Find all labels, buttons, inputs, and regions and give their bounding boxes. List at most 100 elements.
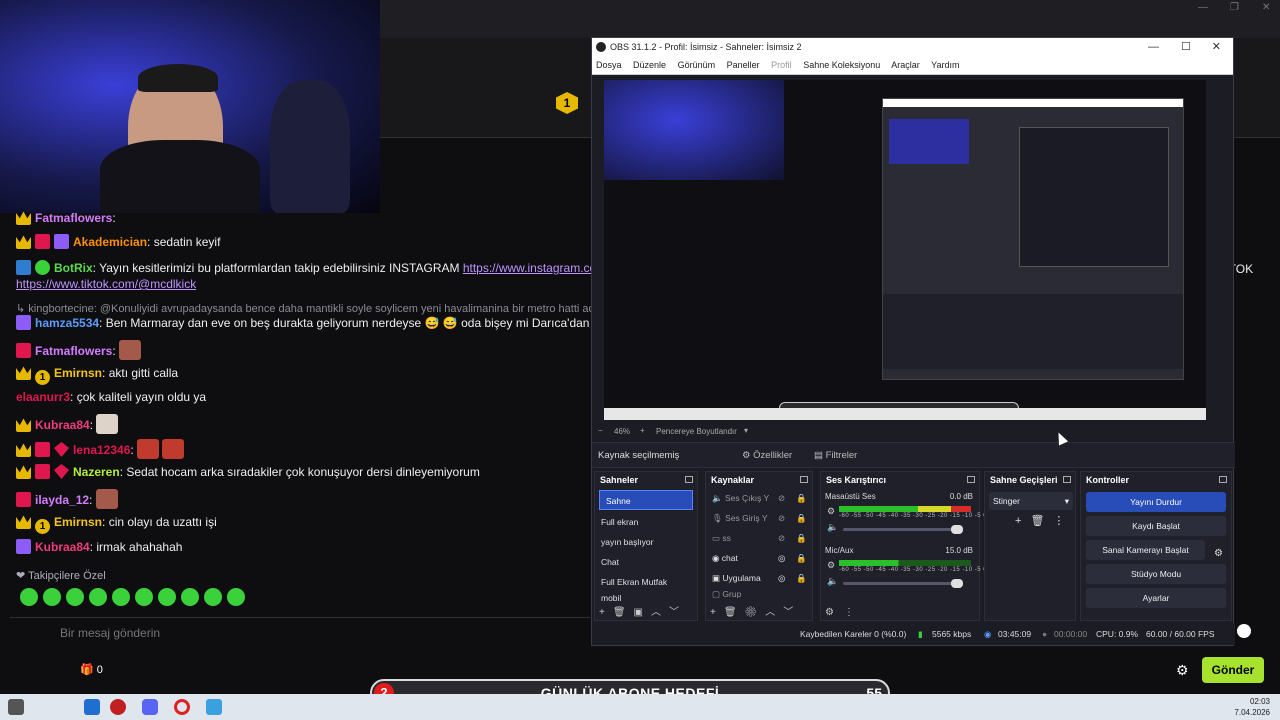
virtual-camera-button[interactable]: Sanal Kamerayı Başlat — [1086, 540, 1205, 560]
lock-icon[interactable]: 🔒 — [796, 568, 807, 588]
source-item[interactable]: ▣ Uygulama ◎ 🔒 — [706, 568, 812, 588]
menu-scene-collection[interactable]: Sahne Koleksiyonu — [803, 60, 880, 70]
menu-tools[interactable]: Araçlar — [891, 60, 920, 70]
speaker-icon[interactable]: 🔈 — [827, 522, 838, 533]
undock-icon[interactable] — [800, 476, 808, 483]
eye-hidden-icon[interactable]: ⊘ — [778, 528, 785, 548]
chat-username[interactable]: Fatmaflowers — [35, 344, 112, 358]
more-icon[interactable]: ⋮ — [844, 607, 864, 618]
source-item[interactable]: ◉ chat ◎ 🔒 — [706, 548, 812, 568]
obs-minimize-icon[interactable]: — — [1148, 38, 1159, 56]
emote-icon[interactable] — [135, 588, 153, 606]
gear-icon[interactable]: ⚙ — [1214, 548, 1223, 559]
emote-icon[interactable] — [158, 588, 176, 606]
emoji-picker-icon[interactable] — [1237, 624, 1251, 638]
emote-icon[interactable] — [89, 588, 107, 606]
settings-button[interactable]: Ayarlar — [1086, 588, 1226, 608]
tiktok-link[interactable]: https://www.tiktok.com/@mcdlkick — [16, 277, 196, 291]
close-icon[interactable]: ✕ — [1262, 2, 1270, 13]
app-icon[interactable] — [206, 699, 222, 715]
menu-help[interactable]: Yardım — [931, 60, 959, 70]
chat-username[interactable]: BotRix — [54, 261, 93, 275]
scene-item[interactable]: yayın başlıyor — [595, 532, 697, 552]
system-clock[interactable]: 02:03 7.04.2026 — [1234, 696, 1270, 718]
add-icon[interactable]: + — [710, 607, 724, 618]
emote-icon[interactable] — [20, 588, 38, 606]
add-icon[interactable]: + — [1015, 515, 1030, 527]
source-item[interactable]: 🔈 Ses Çıkış Y ⊘ 🔒 — [706, 488, 812, 508]
scene-item[interactable]: mobil — [595, 592, 697, 602]
chat-username[interactable]: elaanurr3 — [16, 390, 70, 404]
filters-button[interactable]: ▤ Filtreler — [814, 450, 857, 461]
undock-icon[interactable] — [685, 476, 693, 483]
scene-item[interactable]: Full ekran — [595, 512, 697, 532]
scene-item[interactable]: Sahne — [599, 490, 693, 510]
zoom-in-icon[interactable]: + — [640, 426, 645, 435]
app-icon[interactable] — [8, 699, 24, 715]
trash-icon[interactable]: 🗑 — [613, 607, 634, 618]
menu-edit[interactable]: Düzenle — [633, 60, 666, 70]
maximize-icon[interactable]: ❐ — [1230, 2, 1239, 13]
more-icon[interactable]: ⋮ — [1053, 515, 1073, 527]
source-item[interactable]: ▭ ss ⊘ 🔒 — [706, 528, 812, 548]
chat-username[interactable]: Emirnsn — [54, 515, 102, 529]
channel-points[interactable]: 🎁 0 — [80, 663, 103, 676]
emote-icon[interactable] — [66, 588, 84, 606]
gear-icon[interactable]: ⚙ — [827, 560, 835, 571]
slider-knob[interactable] — [951, 525, 963, 534]
chat-username[interactable]: hamza5534 — [35, 316, 99, 330]
chat-username[interactable]: Kubraa84 — [35, 418, 90, 432]
emote-icon[interactable] — [112, 588, 130, 606]
properties-button[interactable]: ⚙ Özellikler — [742, 450, 792, 461]
scene-item[interactable]: Chat — [595, 552, 697, 572]
add-icon[interactable]: + — [599, 607, 613, 618]
emote-icon[interactable] — [43, 588, 61, 606]
undock-icon[interactable] — [967, 476, 975, 483]
chat-username[interactable]: Akademician — [73, 235, 147, 249]
menu-docks[interactable]: Paneller — [727, 60, 760, 70]
app-icon[interactable] — [110, 699, 126, 715]
source-item[interactable]: 🎙 Ses Giriş Y ⊘ 🔒 — [706, 508, 812, 528]
chat-username[interactable]: Fatmaflowers — [35, 211, 112, 225]
menu-file[interactable]: Dosya — [596, 60, 622, 70]
move-up-icon[interactable]: ︿ — [651, 607, 669, 618]
obs-close-icon[interactable]: ✕ — [1212, 38, 1221, 56]
obs-maximize-icon[interactable]: ☐ — [1181, 38, 1191, 56]
zoom-fit-button[interactable]: Pencereye Boyutlandır — [656, 427, 737, 436]
emote-icon[interactable] — [181, 588, 199, 606]
settings-gear-icon[interactable]: ⚙ — [1176, 662, 1189, 679]
chat-username[interactable]: lena12346 — [73, 443, 130, 457]
transition-select[interactable]: Stinger ▾ — [989, 492, 1073, 510]
studio-mode-button[interactable]: Stüdyo Modu — [1086, 564, 1226, 584]
properties-icon[interactable]: ▣ — [634, 607, 651, 618]
eye-icon[interactable]: ◎ — [778, 548, 785, 568]
chat-username[interactable]: Emirnsn — [54, 366, 102, 380]
volume-slider[interactable] — [843, 579, 963, 588]
send-button[interactable]: Gönder — [1202, 657, 1264, 683]
chat-username[interactable]: Kubraa84 — [35, 540, 90, 554]
move-down-icon[interactable]: ﹀ — [669, 607, 687, 618]
chat-input[interactable] — [60, 623, 460, 643]
undock-icon[interactable] — [1219, 476, 1227, 483]
move-down-icon[interactable]: ﹀ — [783, 607, 801, 618]
undock-icon[interactable] — [1063, 476, 1071, 483]
discord-icon[interactable] — [142, 699, 158, 715]
obs-preview[interactable] — [604, 80, 1206, 420]
app-icon[interactable] — [84, 699, 100, 715]
trash-icon[interactable]: 🗑 — [1030, 515, 1053, 527]
chat-username[interactable]: Nazeren — [73, 465, 120, 479]
lock-icon[interactable]: 🔒 — [796, 548, 807, 568]
zoom-out-icon[interactable]: − — [598, 426, 603, 435]
minimize-icon[interactable]: — — [1198, 2, 1208, 13]
volume-slider[interactable] — [843, 525, 963, 534]
emote-icon[interactable] — [204, 588, 222, 606]
link-icon[interactable]: ⚙ — [825, 607, 844, 618]
opera-icon[interactable] — [174, 699, 190, 715]
eye-hidden-icon[interactable]: ⊘ — [778, 488, 785, 508]
stop-streaming-button[interactable]: Yayını Durdur — [1086, 492, 1226, 512]
lock-icon[interactable]: 🔒 — [796, 508, 807, 528]
trash-icon[interactable]: 🗑 — [724, 607, 745, 618]
source-item[interactable]: ▢ Grup — [706, 588, 812, 598]
start-recording-button[interactable]: Kaydı Başlat — [1086, 516, 1226, 536]
speaker-icon[interactable]: 🔈 — [827, 576, 838, 587]
